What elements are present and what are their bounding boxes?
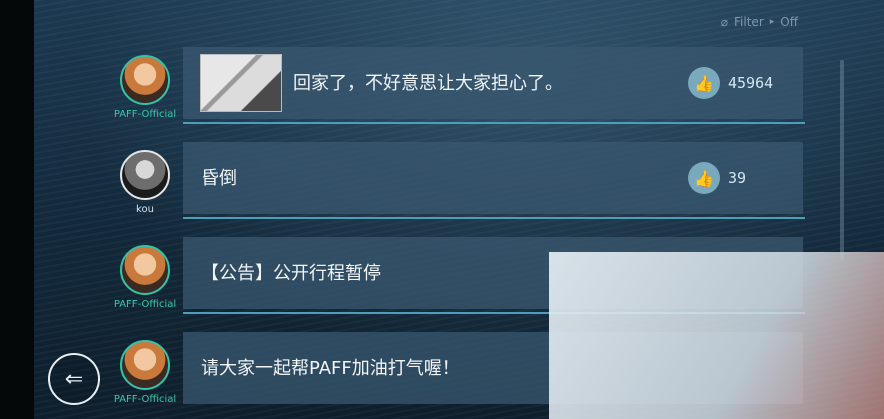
message-card[interactable]: 昏倒 👍 39 (183, 142, 803, 214)
avatar[interactable] (120, 245, 170, 295)
back-button[interactable]: ⇐ (48, 353, 100, 405)
blurred-overlay (549, 252, 884, 419)
message-text: 回家了，不好意思让大家担心了。 (293, 73, 563, 94)
thumbs-up-icon[interactable]: 👍 (688, 67, 720, 99)
list-item: PAFF-Official 回家了，不好意思让大家担心了。 👍 45964 (0, 45, 884, 125)
username: PAFF-Official (113, 299, 177, 310)
like-group: 👍 45964 (688, 67, 773, 99)
like-count: 39 (728, 169, 747, 187)
username: kou (136, 204, 154, 215)
username: PAFF-Official (113, 394, 177, 405)
author[interactable]: PAFF-Official (110, 45, 180, 125)
like-group: 👍 39 (688, 162, 746, 194)
like-count: 45964 (728, 74, 774, 92)
avatar[interactable] (120, 340, 170, 390)
avatar[interactable] (120, 55, 170, 105)
thumbs-up-icon[interactable]: 👍 (688, 162, 720, 194)
author[interactable]: kou (110, 140, 180, 220)
like-icon: 👍 (694, 168, 714, 188)
message-image[interactable] (200, 54, 282, 112)
message-text: 请大家一起帮PAFF加油打气喔！ (201, 358, 460, 379)
avatar[interactable] (120, 150, 170, 200)
author[interactable]: PAFF-Official (110, 330, 180, 410)
divider (183, 122, 805, 124)
author[interactable]: PAFF-Official (110, 235, 180, 315)
message-text: 昏倒 (201, 168, 237, 189)
message-text: 【公告】公开行程暂停 (201, 263, 381, 284)
message-card[interactable]: 回家了，不好意思让大家担心了。 👍 45964 (183, 47, 803, 119)
list-item: kou 昏倒 👍 39 (0, 140, 884, 220)
like-icon: 👍 (694, 73, 714, 93)
back-arrow-icon: ⇐ (64, 366, 84, 392)
divider (183, 217, 805, 219)
username: PAFF-Official (113, 109, 177, 120)
